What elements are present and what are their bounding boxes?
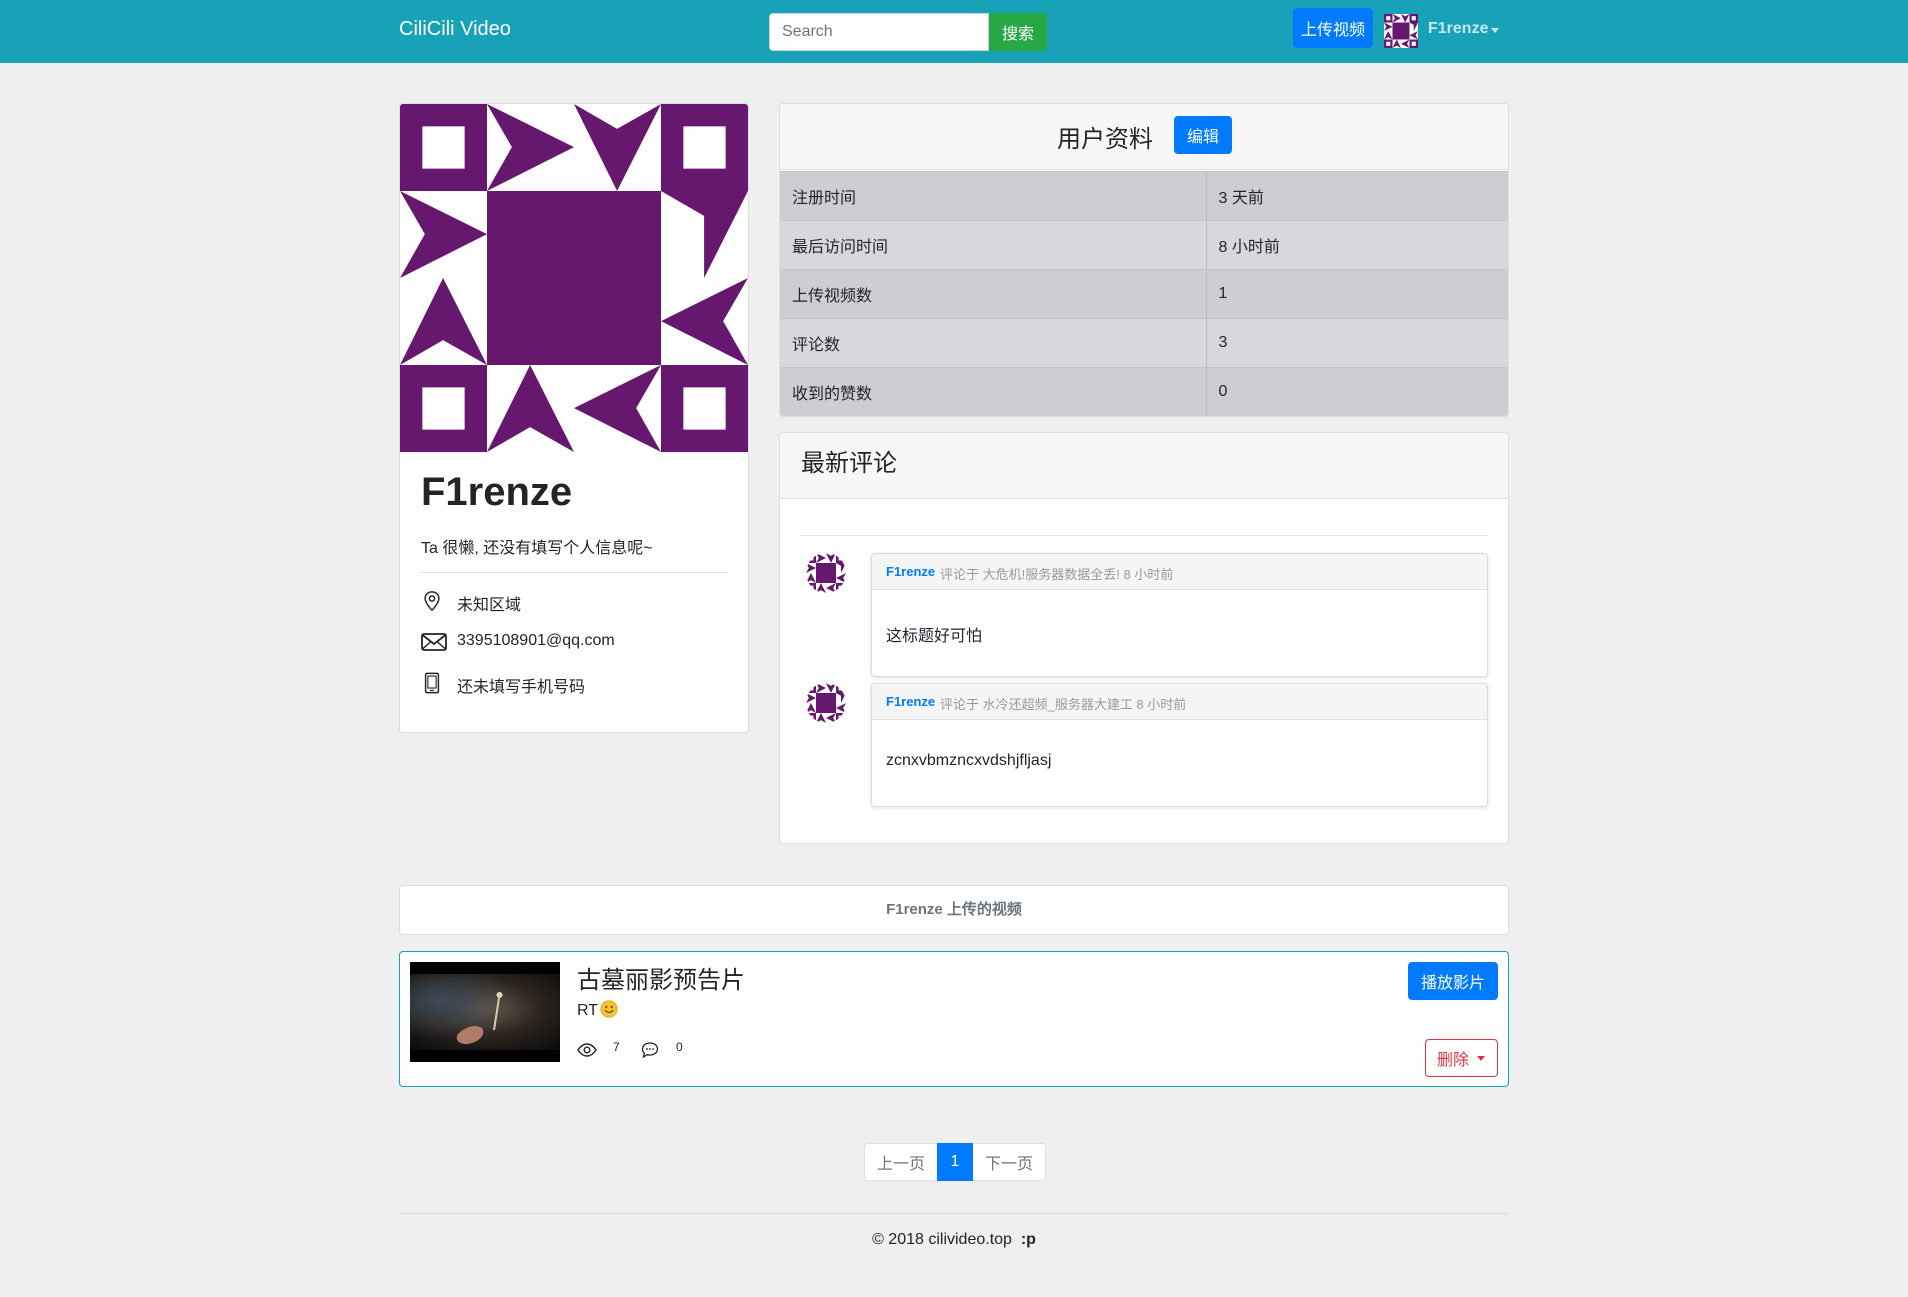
- eye-icon: [577, 1043, 597, 1057]
- comment-item: F1renze 评论于 大危机!服务器数据全丢! 8 小时前 这标题好可怕: [871, 553, 1488, 677]
- comment-meta[interactable]: 评论于 水冷还超频_服务器大建工 8 小时前: [940, 694, 1186, 713]
- footer: © 2018 cilivideo.top :p: [0, 1231, 1908, 1249]
- comment-header: F1renze 评论于 大危机!服务器数据全丢! 8 小时前: [872, 554, 1487, 590]
- table-row: 最后访问时间 8 小时前: [780, 220, 1508, 270]
- email-text: 3395108901@qq.com: [457, 632, 615, 649]
- comment-author-link[interactable]: F1renze: [886, 694, 935, 709]
- profile-card: F1renze Ta 很懒, 还没有填写个人信息呢~ 未知区域 33951089…: [399, 103, 749, 733]
- video-item: 古墓丽影预告片 RT 7 0 播放影片 删除: [399, 951, 1509, 1087]
- stat-value: 3: [1206, 318, 1508, 368]
- video-description: RT: [577, 1000, 618, 1020]
- page-1-button[interactable]: 1: [937, 1143, 973, 1181]
- footer-suffix: :p: [1020, 1231, 1036, 1248]
- comment-count: 0: [676, 1040, 683, 1054]
- delete-label: 删除: [1437, 1052, 1470, 1069]
- smile-emoji-icon: [600, 1000, 618, 1018]
- table-row: 评论数 3: [780, 318, 1508, 368]
- location-text: 未知区域: [457, 597, 522, 614]
- divider: [399, 1213, 1509, 1214]
- comment-meta[interactable]: 评论于 大危机!服务器数据全丢! 8 小时前: [940, 564, 1173, 583]
- profile-bio: Ta 很懒, 还没有填写个人信息呢~: [421, 540, 653, 557]
- stat-value: 8 小时前: [1206, 220, 1508, 270]
- comment-body: zcnxvbmzncxvdshjfljasj: [886, 752, 1052, 769]
- prev-page-button[interactable]: 上一页: [864, 1143, 937, 1181]
- video-title-link[interactable]: 古墓丽影预告片: [577, 960, 745, 995]
- next-page-button[interactable]: 下一页: [973, 1143, 1046, 1181]
- stat-value: 3 天前: [1206, 171, 1508, 221]
- play-video-button[interactable]: 播放影片: [1408, 962, 1498, 1000]
- chevron-down-icon: [1477, 1056, 1485, 1061]
- comment-avatar[interactable]: [806, 553, 846, 593]
- uploads-header: F1renze 上传的视频: [399, 885, 1509, 935]
- edit-profile-button[interactable]: 编辑: [1174, 116, 1232, 154]
- email-row: 3395108901@qq.com: [421, 629, 729, 655]
- profile-avatar: [400, 104, 748, 452]
- avatar-icon: [806, 683, 846, 723]
- navbar: CiliCili Video 搜索 上传视频 F1renze: [0, 0, 1908, 63]
- location-row: 未知区域: [421, 588, 729, 614]
- comment-item: F1renze 评论于 水冷还超频_服务器大建工 8 小时前 zcnxvbmzn…: [871, 683, 1488, 807]
- table-row: 上传视频数 1: [780, 269, 1508, 319]
- table-row: 收到的赞数 0: [780, 367, 1508, 416]
- delete-dropdown-button[interactable]: 删除: [1425, 1039, 1498, 1077]
- view-count: 7: [613, 1040, 620, 1054]
- phone-row: 还未填写手机号码: [421, 670, 729, 696]
- comment-bubble-icon: [641, 1042, 659, 1059]
- upload-video-button[interactable]: 上传视频: [1293, 8, 1373, 48]
- stat-label: 最后访问时间: [780, 220, 1207, 270]
- comments-title: 最新评论: [801, 450, 897, 477]
- stats-title: 用户资料: [1057, 126, 1153, 153]
- video-desc-text: RT: [577, 1002, 599, 1019]
- stat-label: 收到的赞数: [780, 367, 1207, 416]
- stats-header: 用户资料 编辑: [780, 104, 1508, 170]
- divider: [800, 535, 1488, 536]
- stat-label: 评论数: [780, 318, 1207, 368]
- search-input[interactable]: [769, 13, 989, 51]
- footer-copyright: © 2018 cilivideo.top: [872, 1231, 1012, 1248]
- stat-value: 1: [1206, 269, 1508, 319]
- user-avatar-icon[interactable]: [1384, 14, 1418, 48]
- brand-link[interactable]: CiliCili Video: [399, 18, 511, 41]
- location-pin-icon: [424, 591, 440, 612]
- recent-comments-card: 最新评论 F1renze 评论于 大危机!服务器数据全丢! 8 小时前 这标题好…: [779, 432, 1509, 844]
- comments-header: 最新评论: [780, 433, 1508, 499]
- envelope-icon: [421, 633, 447, 651]
- comment-author-link[interactable]: F1renze: [886, 564, 935, 579]
- chevron-down-icon[interactable]: [1491, 28, 1499, 33]
- search-button[interactable]: 搜索: [989, 13, 1047, 51]
- table-row: 注册时间 3 天前: [780, 171, 1508, 221]
- stat-label: 注册时间: [780, 171, 1207, 221]
- comment-body: 这标题好可怕: [886, 628, 983, 645]
- avatar-icon: [806, 553, 846, 593]
- phone-icon: [424, 672, 440, 694]
- stat-value: 0: [1206, 367, 1508, 416]
- profile-name: F1renze: [421, 470, 573, 514]
- comment-header: F1renze 评论于 水冷还超频_服务器大建工 8 小时前: [872, 684, 1487, 720]
- user-menu-toggle[interactable]: F1renze: [1428, 20, 1488, 38]
- comment-avatar[interactable]: [806, 683, 846, 723]
- phone-text: 还未填写手机号码: [457, 679, 586, 696]
- stats-table: 注册时间 3 天前 最后访问时间 8 小时前 上传视频数 1 评论数 3 收到的赞数 0: [780, 171, 1508, 416]
- user-stats-card: 用户资料 编辑 注册时间 3 天前 最后访问时间 8 小时前 上传视频数 1 评论数 3…: [779, 103, 1509, 417]
- video-thumbnail[interactable]: [410, 962, 560, 1062]
- stat-label: 上传视频数: [780, 269, 1207, 319]
- pagination: 上一页 1 下一页: [864, 1143, 1046, 1181]
- divider: [421, 572, 729, 573]
